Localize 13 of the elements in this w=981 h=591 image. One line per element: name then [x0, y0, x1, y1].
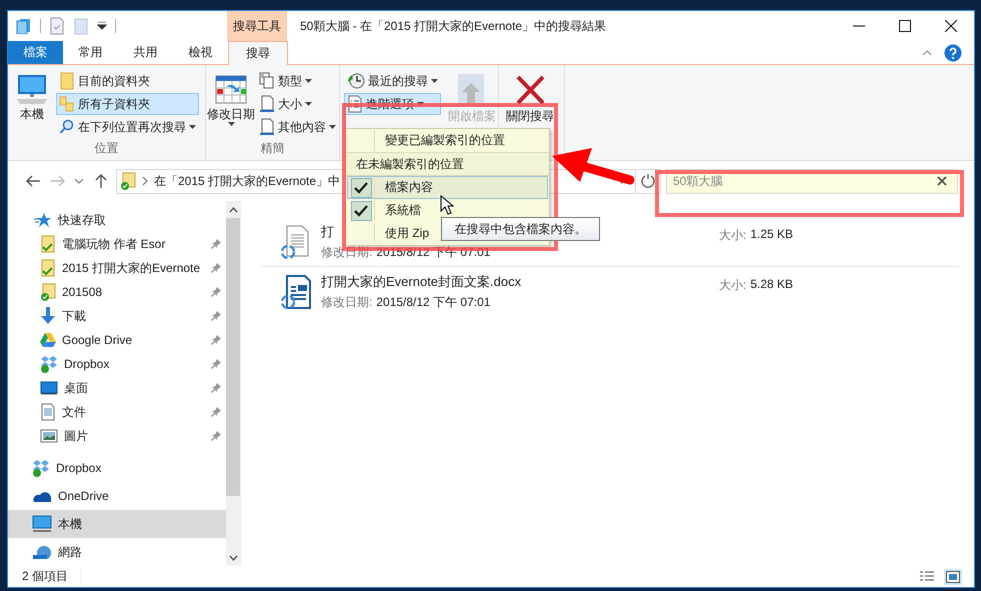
size-value: 1.25 KB	[750, 227, 794, 243]
context-tab-label: 搜尋工具	[227, 11, 287, 41]
date-label: 修改日期:	[321, 294, 372, 311]
date-value: 2015/8/12 下午 07:01	[376, 294, 490, 311]
item-count: 2 個項目	[22, 568, 82, 585]
tooltip: 在搜尋中包含檔案內容。	[441, 217, 600, 241]
size-label: 大小:	[719, 227, 746, 244]
size-value: 5.28 KB	[750, 277, 794, 293]
window-title: 50顆大腦 - 在「2015 打開大家的Evernote」中的搜尋結果	[299, 18, 608, 34]
group-label: 位置	[94, 140, 118, 157]
menu-header: 在未編製索引的位置	[346, 152, 549, 176]
size-label: 大小:	[719, 277, 746, 294]
group-label: 精簡	[260, 140, 284, 157]
